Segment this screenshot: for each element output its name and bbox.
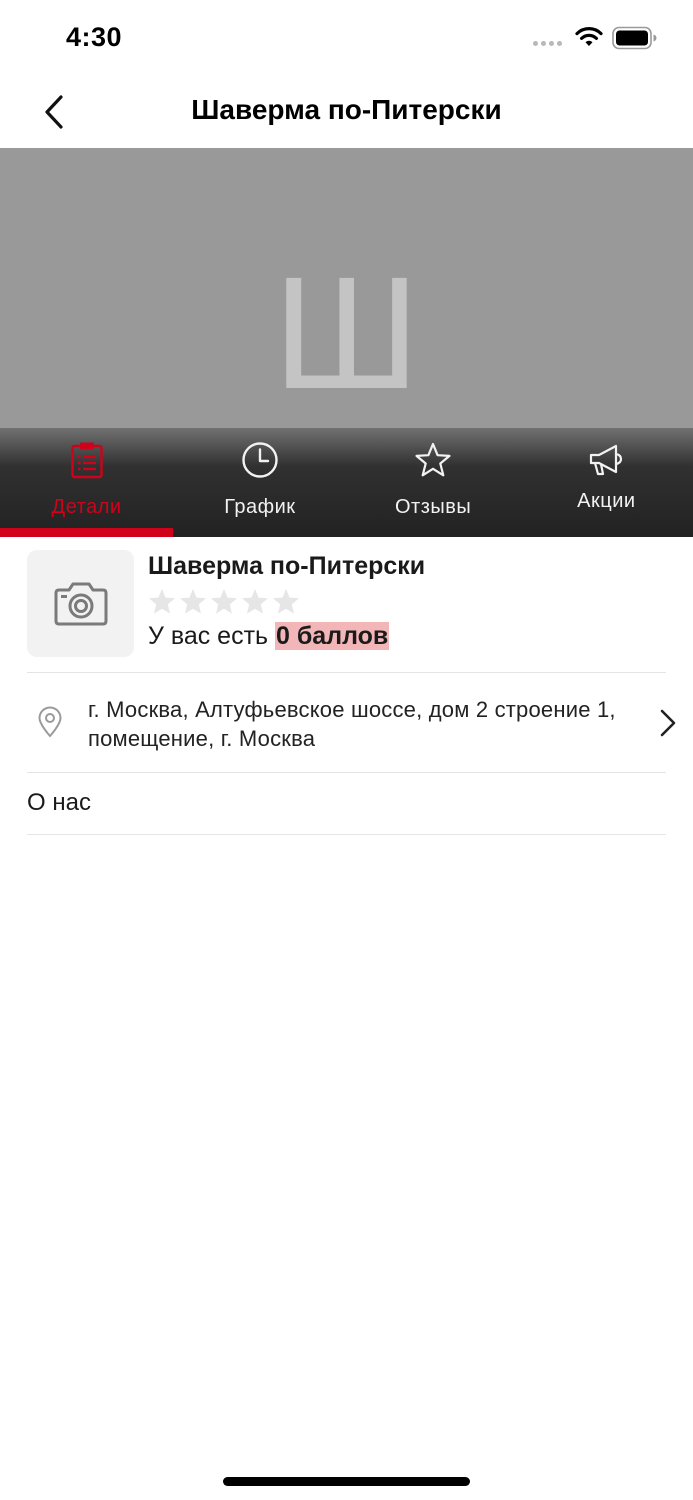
status-bar: 4:30 [0,0,693,76]
about-section-label: О нас [27,789,91,816]
tab-schedule-label: График [224,496,296,518]
divider [27,772,666,773]
star-empty-icon [273,589,299,614]
points-value: 0 баллов [275,622,390,650]
tab-promotions-label: Акции [577,490,636,512]
active-tab-indicator [0,528,173,537]
star-icon [413,440,453,480]
tab-bar: Детали График Отзывы Акции [0,428,693,537]
divider [27,834,666,835]
tab-details[interactable]: Детали [0,428,173,537]
home-indicator[interactable] [223,1477,470,1486]
tab-details-label: Детали [51,496,122,518]
battery-icon [612,26,657,50]
points-prefix: У вас есть [148,622,269,650]
address-text: г. Москва, Алтуфьевское шоссе, дом 2 стр… [88,697,616,751]
tab-promotions[interactable]: Акции [520,428,693,537]
address-row[interactable]: г. Москва, Алтуфьевское шоссе, дом 2 стр… [27,673,693,772]
rating-stars [148,588,300,615]
megaphone-icon [586,440,626,480]
venue-name: Шаверма по-Питерски [148,552,426,580]
clock-icon [240,440,280,480]
camera-icon [54,582,107,625]
venue-card: Шаверма по-Питерски У вас есть 0 баллов [27,550,667,660]
tab-reviews-label: Отзывы [394,496,472,518]
nav-bar: Шаверма по-Питерски [0,76,693,148]
venue-photo-placeholder[interactable] [27,550,134,657]
page-title: Шаверма по-Питерски [191,94,502,125]
tab-reviews[interactable]: Отзывы [347,428,520,537]
star-empty-icon [180,589,206,614]
map-pin-icon [38,706,62,738]
star-empty-icon [211,589,237,614]
star-empty-icon [149,589,175,614]
clipboard-icon [67,440,107,480]
tab-schedule[interactable]: График [173,428,346,537]
signal-icon [533,41,562,46]
hero-placeholder-letter: Ш [273,243,420,422]
chevron-right-icon [660,709,676,737]
points-text: У вас есть 0 баллов [148,622,390,651]
wifi-icon [575,27,603,46]
status-time: 4:30 [66,22,123,52]
star-empty-icon [242,589,268,614]
